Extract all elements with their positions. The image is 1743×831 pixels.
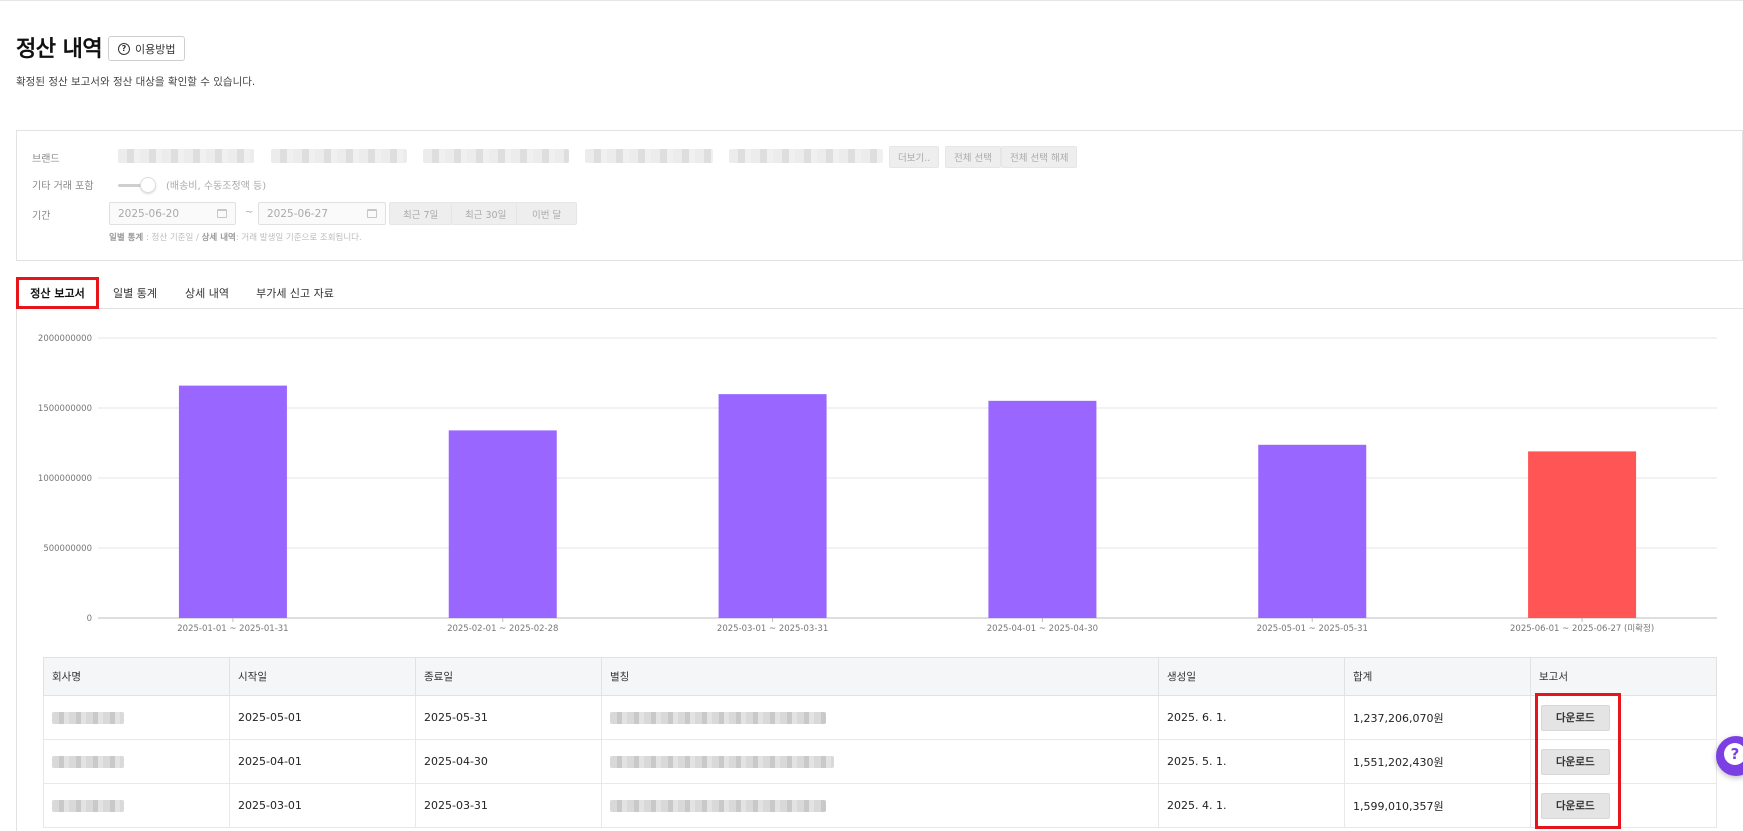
tab-settlement-report[interactable]: 정산 보고서	[16, 277, 99, 309]
report-table: 회사명 시작일 종료일 별칭 생성일 합계 보고서 2025-05-01 202…	[43, 657, 1717, 828]
download-button[interactable]: 다운로드	[1541, 748, 1610, 775]
note-daily-value: : 정산 기준일 /	[145, 233, 199, 243]
col-start-date[interactable]: 시작일	[229, 657, 416, 696]
brand-option-redacted[interactable]	[118, 149, 254, 163]
start-date-cell: 2025-04-01	[229, 739, 416, 784]
col-report[interactable]: 보고서	[1530, 657, 1717, 696]
alias-cell-redacted	[601, 695, 1159, 740]
col-total[interactable]: 합계	[1344, 657, 1531, 696]
total-cell: 1,551,202,430원	[1344, 739, 1531, 784]
tab-details[interactable]: 상세 내역	[175, 277, 239, 309]
end-date-cell: 2025-05-31	[415, 695, 602, 740]
y-tick-label: 2000000000	[38, 334, 92, 344]
help-icon: ?	[1724, 743, 1743, 765]
brand-option-redacted[interactable]	[271, 149, 407, 163]
brand-option-redacted[interactable]	[729, 149, 883, 163]
download-button[interactable]: 다운로드	[1541, 792, 1610, 819]
created-cell: 2025. 6. 1.	[1158, 695, 1345, 740]
question-circle-icon: ?	[118, 42, 130, 55]
created-cell: 2025. 5. 1.	[1158, 739, 1345, 784]
chart-bar	[988, 400, 1097, 618]
total-cell: 1,237,206,070원	[1344, 695, 1531, 740]
note-detail-value: : 거래 발생일 기준으로 조회됩니다.	[235, 233, 362, 243]
col-end-date[interactable]: 종료일	[415, 657, 602, 696]
y-tick-label: 500000000	[43, 544, 92, 554]
calendar-icon	[367, 209, 377, 218]
y-tick-label: 0	[87, 614, 92, 624]
deselect-all-button[interactable]: 전체 선택 해제	[1001, 146, 1078, 168]
end-date-cell: 2025-03-31	[415, 783, 602, 828]
x-tick-label: 2025-06-01 ~ 2025-06-27 (미확정)	[1510, 623, 1654, 634]
company-cell-redacted	[43, 695, 230, 740]
other-transactions-toggle[interactable]	[118, 177, 156, 193]
x-tick-label: 2025-03-01 ~ 2025-03-31	[717, 624, 828, 634]
company-cell-redacted	[43, 783, 230, 828]
col-created[interactable]: 생성일	[1158, 657, 1345, 696]
x-tick-label: 2025-01-01 ~ 2025-01-31	[177, 624, 288, 634]
top-divider	[0, 0, 1743, 3]
settlement-chart: 0 500000000 1000000000 1500000000 2000000000…	[20, 320, 1743, 640]
toggle-knob	[140, 177, 156, 193]
tab-daily-stats[interactable]: 일별 통계	[103, 277, 167, 309]
chart-bar	[718, 394, 827, 618]
help-button-label: 이용방법	[135, 42, 176, 56]
brand-option-redacted[interactable]	[423, 149, 569, 163]
col-company[interactable]: 회사명	[43, 657, 230, 696]
x-tick-label: 2025-05-01 ~ 2025-05-31	[1257, 624, 1368, 634]
page-subtitle: 확정된 정산 보고서와 정산 대상을 확인할 수 있습니다.	[16, 76, 256, 88]
last-7-days-button[interactable]: 최근 7일	[389, 202, 453, 225]
start-date-input[interactable]: 2025-06-20	[109, 202, 236, 225]
chart-bar	[178, 385, 287, 618]
chart-bar	[448, 430, 557, 618]
select-all-button[interactable]: 전체 선택	[945, 146, 1001, 168]
created-cell: 2025. 4. 1.	[1158, 783, 1345, 828]
chart-bar	[1258, 444, 1367, 618]
report-cell: 다운로드	[1530, 739, 1717, 784]
end-date-cell: 2025-04-30	[415, 739, 602, 784]
table-header-row: 회사명 시작일 종료일 별칭 생성일 합계 보고서	[43, 657, 1717, 696]
x-tick-label: 2025-02-01 ~ 2025-02-28	[447, 624, 558, 634]
download-button[interactable]: 다운로드	[1541, 704, 1610, 731]
start-date-cell: 2025-03-01	[229, 783, 416, 828]
this-month-button[interactable]: 이번 달	[516, 202, 578, 225]
end-date-input[interactable]: 2025-06-27	[258, 202, 386, 225]
calendar-icon	[217, 209, 227, 218]
table-row: 2025-04-01 2025-04-30 2025. 5. 1. 1,551,…	[43, 739, 1717, 784]
end-date-value: 2025-06-27	[267, 207, 329, 220]
help-button[interactable]: ? 이용방법	[108, 36, 186, 61]
col-alias[interactable]: 별칭	[601, 657, 1159, 696]
other-transactions-note: (배송비, 수동조정액 등)	[166, 181, 267, 192]
other-transactions-label: 기타 거래 포함	[32, 181, 94, 192]
start-date-value: 2025-06-20	[118, 207, 180, 220]
alias-cell-redacted	[601, 739, 1159, 784]
report-cell: 다운로드	[1530, 783, 1717, 828]
alias-cell-redacted	[601, 783, 1159, 828]
date-range-separator: ~	[245, 207, 254, 218]
settlement-chart-svg: 0 500000000 1000000000 1500000000 2000000000…	[38, 334, 1717, 634]
table-row: 2025-05-01 2025-05-31 2025. 6. 1. 1,237,…	[43, 695, 1717, 740]
brand-more-button[interactable]: 더보기..	[889, 146, 940, 168]
start-date-cell: 2025-05-01	[229, 695, 416, 740]
x-tick-label: 2025-04-01 ~ 2025-04-30	[987, 624, 1098, 634]
period-note: 일별 통계 : 정산 기준일 / 상세 내역: 거래 발생일 기준으로 조회됩니…	[109, 231, 362, 243]
y-tick-label: 1500000000	[38, 404, 92, 414]
total-cell: 1,599,010,357원	[1344, 783, 1531, 828]
filter-panel: 브랜드 더보기.. 전체 선택 전체 선택 해제 기타 거래 포함 (배송비, …	[16, 130, 1743, 261]
last-30-days-button[interactable]: 최근 30일	[451, 202, 521, 225]
table-row: 2025-03-01 2025-03-31 2025. 4. 1. 1,599,…	[43, 783, 1717, 828]
page-title: 정산 내역	[16, 37, 103, 62]
brand-label: 브랜드	[32, 154, 60, 165]
tab-vat-report[interactable]: 부가세 신고 자료	[248, 277, 342, 309]
note-detail-key: 상세 내역	[201, 233, 236, 243]
y-tick-label: 1000000000	[38, 474, 92, 484]
brand-option-redacted[interactable]	[585, 149, 713, 163]
chart-bar	[1528, 451, 1637, 618]
period-label: 기간	[32, 211, 51, 222]
report-cell: 다운로드	[1530, 695, 1717, 740]
note-daily-key: 일별 통계	[109, 233, 144, 243]
company-cell-redacted	[43, 739, 230, 784]
